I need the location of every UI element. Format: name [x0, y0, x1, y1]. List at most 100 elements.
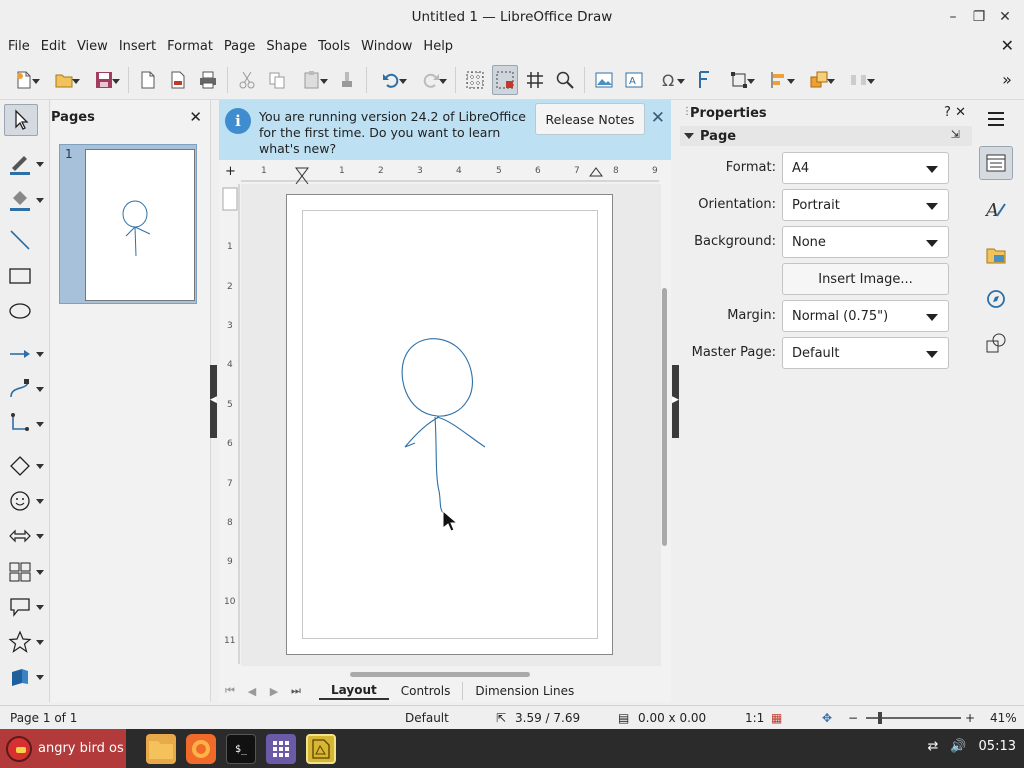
snap-grid-button[interactable]	[522, 65, 548, 95]
drawing-canvas[interactable]	[241, 184, 661, 666]
export-pdf-button[interactable]	[165, 65, 191, 95]
stick-figure-drawing[interactable]	[287, 195, 614, 656]
gallery-deck-button[interactable]	[979, 238, 1013, 272]
close-pages-icon[interactable]: ✕	[189, 108, 202, 126]
clock[interactable]: 05:13	[979, 739, 1016, 754]
curves-tool[interactable]	[4, 373, 46, 405]
document-modified-icon[interactable]: ▦	[771, 711, 782, 725]
special-character-button[interactable]: Ω	[651, 65, 687, 95]
zoom-slider[interactable]	[866, 712, 961, 724]
menu-tools[interactable]: Tools	[314, 39, 354, 54]
vertical-ruler[interactable]: 1 2 3 4 5 6 7 8 9 10 11	[221, 184, 241, 664]
navigator-deck-button[interactable]	[979, 282, 1013, 316]
print-button[interactable]	[195, 65, 221, 95]
stars-tool[interactable]	[4, 626, 46, 658]
undo-button[interactable]	[373, 65, 409, 95]
more-options-icon[interactable]: ⇲	[951, 128, 960, 141]
margin-select[interactable]: Normal (0.75")	[782, 300, 949, 332]
left-panel-splitter[interactable]: ◀	[210, 365, 217, 438]
arrange-button[interactable]	[801, 65, 837, 95]
page-thumbnail[interactable]	[85, 149, 195, 301]
insert-image-button[interactable]	[591, 65, 617, 95]
network-icon[interactable]: ⇄	[927, 739, 938, 754]
zoom-level[interactable]: 41%	[990, 711, 1017, 725]
release-notes-button[interactable]: Release Notes	[535, 103, 645, 135]
toolbar-overflow-button[interactable]: »	[994, 65, 1020, 95]
horizontal-ruler[interactable]: + 1 1 2 3 4 5 6 7 8 9	[219, 162, 664, 184]
horizontal-scrollbar[interactable]	[350, 672, 530, 677]
app-grid[interactable]	[266, 734, 296, 764]
cut-button[interactable]	[234, 65, 260, 95]
callouts-tool[interactable]	[4, 591, 46, 623]
page-thumbnail-selected[interactable]: 1	[59, 144, 197, 304]
fontwork-button[interactable]	[691, 65, 717, 95]
previous-tab-icon[interactable]: ◀	[241, 685, 263, 698]
page-section-header[interactable]: Page ⇲	[680, 126, 972, 146]
zoom-out-icon[interactable]: −	[848, 711, 858, 725]
minimize-icon[interactable]: –	[942, 6, 964, 28]
export-button[interactable]	[135, 65, 161, 95]
new-document-button[interactable]	[6, 65, 42, 95]
files-app[interactable]	[146, 734, 176, 764]
fit-page-icon[interactable]: ✥	[822, 711, 832, 725]
zoom-in-icon[interactable]: +	[965, 711, 975, 725]
align-button[interactable]	[761, 65, 797, 95]
paste-button[interactable]	[294, 65, 330, 95]
clone-formatting-button[interactable]	[334, 65, 360, 95]
save-button[interactable]	[86, 65, 122, 95]
libreoffice-draw-app[interactable]	[306, 734, 336, 764]
symbol-shapes-tool[interactable]	[4, 485, 46, 517]
menu-page[interactable]: Page	[220, 39, 259, 54]
last-tab-icon[interactable]: ⏭	[285, 684, 307, 698]
close-properties-icon[interactable]: ✕	[955, 105, 966, 120]
basic-shapes-tool[interactable]	[4, 450, 46, 482]
lines-arrows-tool[interactable]	[4, 338, 46, 370]
close-infobar-icon[interactable]: ✕	[651, 108, 665, 128]
distribute-button[interactable]	[841, 65, 877, 95]
styles-deck-button[interactable]: A	[979, 192, 1013, 226]
firefox-app[interactable]	[186, 734, 216, 764]
drawing-page[interactable]	[286, 194, 613, 655]
orientation-select[interactable]: Portrait	[782, 189, 949, 221]
zoom-button[interactable]	[552, 65, 578, 95]
select-tool[interactable]	[4, 104, 38, 136]
shapes-deck-button[interactable]	[979, 326, 1013, 360]
copy-button[interactable]	[264, 65, 290, 95]
open-button[interactable]	[46, 65, 82, 95]
grid-button[interactable]	[462, 65, 488, 95]
next-tab-icon[interactable]: ▶	[263, 685, 285, 698]
3d-objects-tool[interactable]	[4, 661, 46, 693]
terminal-app[interactable]: $_	[226, 734, 256, 764]
menu-view[interactable]: View	[73, 39, 112, 54]
menu-help[interactable]: Help	[419, 39, 457, 54]
close-icon[interactable]: ✕	[994, 6, 1016, 28]
start-button[interactable]: angry bird os	[0, 729, 126, 768]
insert-textbox-button[interactable]: A	[621, 65, 647, 95]
sidebar-menu-button[interactable]	[979, 102, 1013, 136]
first-tab-icon[interactable]: ⏮	[219, 684, 241, 698]
menu-window[interactable]: Window	[357, 39, 416, 54]
maximize-icon[interactable]: ❐	[968, 6, 990, 28]
close-document-icon[interactable]: ✕	[1001, 36, 1014, 55]
line-color-tool[interactable]	[4, 148, 46, 180]
menu-edit[interactable]: Edit	[37, 39, 70, 54]
right-panel-splitter[interactable]: ▶	[672, 365, 679, 438]
block-arrows-tool[interactable]	[4, 520, 46, 552]
tab-dimension-lines[interactable]: Dimension Lines	[463, 682, 586, 700]
tab-layout[interactable]: Layout	[319, 682, 389, 700]
rectangle-tool[interactable]	[4, 260, 46, 292]
vertical-scrollbar[interactable]	[662, 288, 667, 546]
page-indicator[interactable]: Page 1 of 1	[10, 711, 77, 725]
menu-insert[interactable]: Insert	[115, 39, 160, 54]
menu-shape[interactable]: Shape	[262, 39, 311, 54]
master-page-select[interactable]: Default	[782, 337, 949, 369]
volume-icon[interactable]: 🔊	[950, 739, 966, 754]
ellipse-tool[interactable]	[4, 295, 46, 327]
tab-controls[interactable]: Controls	[389, 682, 464, 700]
properties-deck-button[interactable]	[979, 146, 1013, 180]
zoom-slider-handle[interactable]	[878, 712, 882, 724]
menu-file[interactable]: File	[4, 39, 34, 54]
redo-button[interactable]	[413, 65, 449, 95]
menu-format[interactable]: Format	[163, 39, 217, 54]
flowchart-tool[interactable]	[4, 556, 46, 588]
